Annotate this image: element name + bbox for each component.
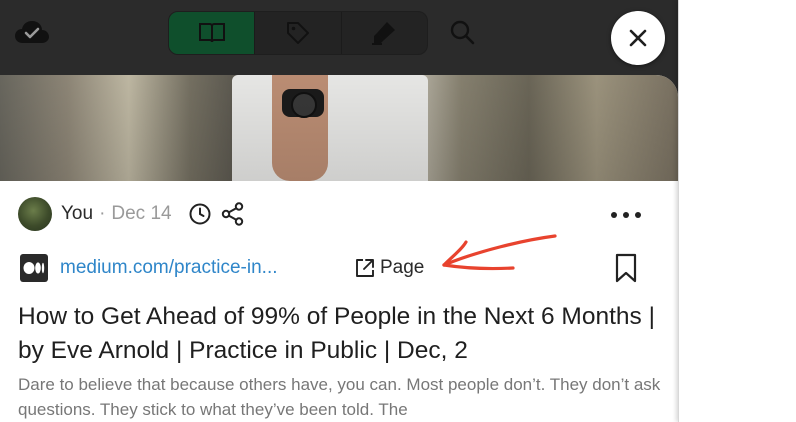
bookmark-button[interactable]: [614, 253, 638, 288]
source-link-row: medium.com/practice-in... Page: [20, 251, 424, 285]
open-page-label: Page: [380, 257, 425, 278]
book-open-icon: [198, 23, 225, 43]
right-pane: [678, 0, 796, 422]
tag-icon: [286, 22, 309, 44]
tab-tags[interactable]: [254, 12, 340, 54]
article-hero-image: [0, 75, 678, 181]
tab-highlights[interactable]: [340, 12, 427, 54]
article-meta-row: You · Dec 14: [18, 197, 246, 231]
medium-logo-icon: [20, 254, 48, 282]
external-link-icon: [356, 259, 374, 277]
more-options-icon[interactable]: [611, 208, 641, 222]
article-date: Dec 14: [111, 203, 172, 224]
article-description: Dare to believe that because others have…: [18, 375, 661, 419]
highlighter-icon: [372, 22, 396, 45]
author-name: You: [61, 203, 94, 224]
search-icon: [450, 20, 475, 45]
clock-icon: [189, 203, 211, 225]
top-toolbar: [0, 0, 678, 70]
view-mode-switcher: [168, 11, 428, 55]
article-card[interactable]: You · Dec 14 medium.com/practice-in... P…: [0, 75, 678, 422]
article-title[interactable]: How to Get Ahead of 99% of People in the…: [18, 300, 658, 368]
reminder-button[interactable]: [188, 202, 212, 226]
bookmark-icon: [615, 253, 637, 283]
tab-read[interactable]: [169, 12, 255, 54]
share-button[interactable]: [220, 201, 246, 227]
annotation-arrow-icon: [442, 234, 557, 271]
share-icon: [221, 202, 243, 226]
avatar: [18, 197, 52, 231]
app-window: You · Dec 14 medium.com/practice-in... P…: [0, 0, 678, 422]
meta-separator: ·: [99, 203, 106, 224]
close-icon: [629, 29, 647, 47]
search-button[interactable]: [444, 14, 480, 50]
cloud-check-icon[interactable]: [12, 16, 52, 48]
source-url-link[interactable]: medium.com/practice-in...: [60, 257, 338, 279]
open-page-button[interactable]: Page: [354, 257, 424, 279]
close-button[interactable]: [611, 11, 665, 65]
